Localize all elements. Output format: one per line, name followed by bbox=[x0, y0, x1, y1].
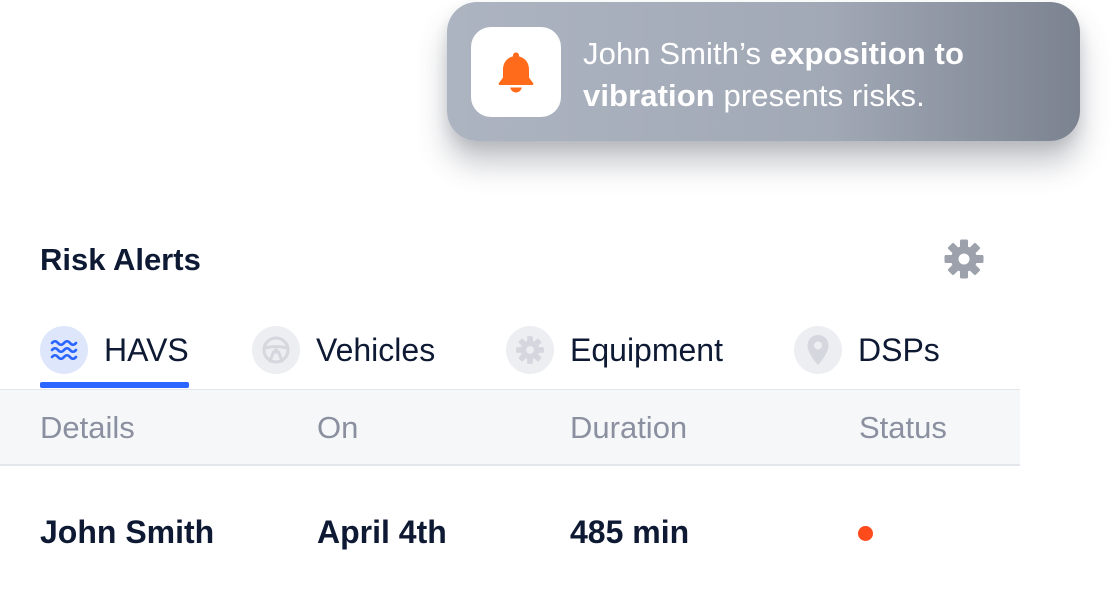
gear-icon bbox=[944, 239, 984, 279]
settings-button[interactable] bbox=[941, 236, 987, 282]
tab-dsps[interactable]: DSPs bbox=[794, 326, 940, 388]
vibration-waves-icon bbox=[50, 339, 78, 361]
active-tab-indicator bbox=[40, 382, 189, 388]
tab-equipment[interactable]: Equipment bbox=[506, 326, 723, 388]
location-pin-icon bbox=[807, 335, 829, 365]
tab-vehicles[interactable]: Vehicles bbox=[252, 326, 435, 388]
column-header-details[interactable]: Details bbox=[40, 390, 135, 466]
column-header-duration[interactable]: Duration bbox=[570, 390, 687, 466]
tab-havs[interactable]: HAVS bbox=[40, 326, 189, 388]
notification-toast[interactable]: John Smith’s exposition to vibration pre… bbox=[447, 2, 1080, 141]
cell-details: John Smith bbox=[40, 514, 215, 550]
tab-vehicles-icon-badge bbox=[252, 326, 300, 374]
tab-dsps-label: DSPs bbox=[858, 332, 940, 368]
tab-vehicles-label: Vehicles bbox=[316, 332, 436, 368]
notification-message: John Smith’s exposition to vibration pre… bbox=[583, 33, 1053, 117]
column-header-on[interactable]: On bbox=[317, 390, 358, 466]
tab-havs-icon-badge bbox=[40, 326, 88, 374]
steering-wheel-icon bbox=[262, 336, 290, 364]
column-header-status[interactable]: Status bbox=[859, 390, 947, 466]
notification-text-prefix: John Smith’s bbox=[583, 36, 770, 71]
tab-equipment-icon-badge bbox=[506, 326, 554, 374]
table-header: Details On Duration Status bbox=[0, 390, 1020, 466]
gear-icon bbox=[516, 336, 544, 364]
panel-title: Risk Alerts bbox=[40, 242, 201, 277]
bell-icon bbox=[498, 52, 534, 93]
notification-icon-badge bbox=[471, 27, 561, 117]
tab-havs-label: HAVS bbox=[104, 332, 189, 368]
alert-category-tabs: HAVS Vehicles Equipment DSPs bbox=[0, 320, 1020, 391]
tab-dsps-icon-badge bbox=[794, 326, 842, 374]
tab-equipment-label: Equipment bbox=[570, 332, 723, 368]
table-row[interactable]: John Smith April 4th 485 min bbox=[0, 466, 1020, 593]
notification-text-suffix: presents risks. bbox=[714, 78, 925, 113]
status-indicator bbox=[858, 526, 873, 541]
cell-on: April 4th bbox=[317, 514, 447, 550]
cell-duration: 485 min bbox=[570, 514, 690, 550]
